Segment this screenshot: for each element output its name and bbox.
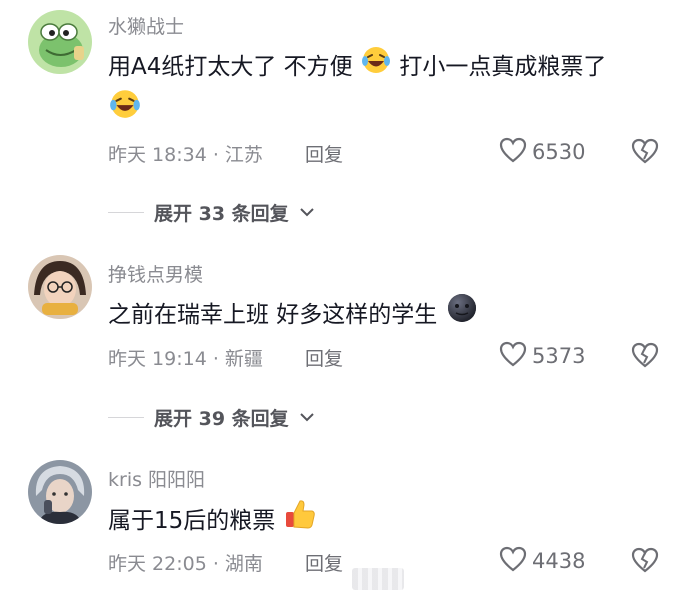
- divider-line: [108, 416, 144, 419]
- comment-text-part: 打小一点真成粮票了: [399, 54, 607, 80]
- reply-button[interactable]: 回复: [305, 549, 343, 576]
- broken-heart-icon: [630, 342, 660, 373]
- heart-outline-icon: [498, 340, 528, 372]
- comment-text-line2: [108, 88, 142, 135]
- expand-replies-label: 展开 39 条回复: [154, 408, 289, 430]
- like-count: 6530: [532, 140, 586, 164]
- comment-text-part: 属于15后的粮票: [108, 508, 276, 534]
- comment-item: kris 阳阳阳 属于15后的粮票 昨天 22:05 · 湖南 回复 4438: [0, 455, 690, 599]
- username[interactable]: 水獭战士: [108, 12, 184, 39]
- dark-moon-face-emoji-icon: [445, 292, 479, 339]
- comment-item: 挣钱点男模 之前在瑞幸上班 好多这样的学生 昨天 19:14 · 新疆 回复 5…: [0, 250, 690, 440]
- heart-outline-icon: [498, 136, 528, 168]
- dislike-button[interactable]: [630, 546, 660, 578]
- like-button[interactable]: 5373: [498, 340, 585, 372]
- avatar[interactable]: [28, 255, 92, 319]
- like-button[interactable]: 6530: [498, 136, 585, 168]
- watermark-overlay: [352, 568, 404, 590]
- avatar[interactable]: [28, 10, 92, 74]
- heart-outline-icon: [498, 545, 528, 577]
- comment-text: 之前在瑞幸上班 好多这样的学生: [108, 292, 479, 339]
- divider-line: [108, 211, 144, 214]
- dislike-button[interactable]: [630, 341, 660, 373]
- comment-text-part: 之前在瑞幸上班 好多这样的学生: [108, 302, 438, 328]
- username[interactable]: kris 阳阳阳: [108, 465, 205, 492]
- expand-replies-button[interactable]: 展开 33 条回复: [108, 199, 315, 226]
- comment-text: 用A4纸打太大了 不方便 打小一点真成粮票了: [108, 45, 606, 90]
- expand-replies-button[interactable]: 展开 39 条回复: [108, 404, 315, 431]
- chevron-down-icon: [299, 203, 315, 222]
- chevron-down-icon: [299, 408, 315, 427]
- reply-button[interactable]: 回复: [305, 140, 343, 167]
- dislike-button[interactable]: [630, 137, 660, 169]
- broken-heart-icon: [630, 138, 660, 169]
- like-button[interactable]: 4438: [498, 545, 585, 577]
- comment-text: 属于15后的粮票: [108, 497, 317, 546]
- avatar[interactable]: [28, 460, 92, 524]
- comment-text-part: 用A4纸打太大了 不方便: [108, 54, 353, 80]
- comment-meta: 昨天 22:05 · 湖南: [108, 553, 263, 575]
- thumbs-up-emoji-icon: [283, 497, 317, 546]
- expand-replies-label: 展开 33 条回复: [154, 203, 289, 225]
- reply-button[interactable]: 回复: [305, 344, 343, 371]
- like-count: 4438: [532, 549, 586, 573]
- username[interactable]: 挣钱点男模: [108, 260, 203, 287]
- comment-meta: 昨天 18:34 · 江苏: [108, 144, 263, 166]
- comment-item: 水獭战士 用A4纸打太大了 不方便 打小一点真成粮票了 昨天 18:34 · 江…: [0, 0, 690, 230]
- like-count: 5373: [532, 344, 586, 368]
- laughing-tears-emoji-icon: [108, 88, 142, 135]
- broken-heart-icon: [630, 547, 660, 578]
- comment-meta: 昨天 19:14 · 新疆: [108, 348, 263, 370]
- laughing-tears-emoji-icon: [360, 45, 392, 90]
